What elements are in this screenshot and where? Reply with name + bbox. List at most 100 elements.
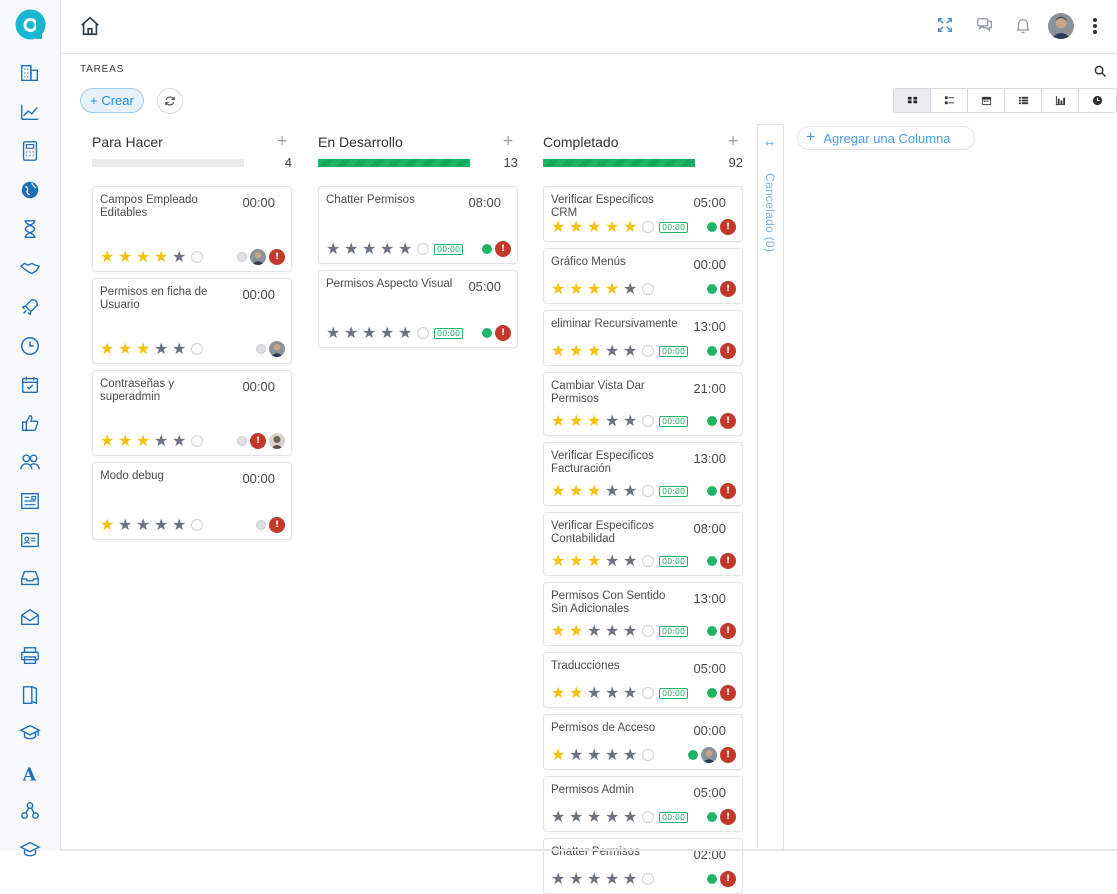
deadline-clock-icon[interactable] [642,687,654,699]
priority-alert-icon[interactable]: ! [720,685,736,701]
view-activity-button[interactable] [1079,89,1116,112]
font-icon[interactable]: A [19,762,41,785]
fullscreen-icon[interactable] [936,16,956,36]
add-column-button[interactable]: + Agregar una Columna [797,126,975,150]
star-icon[interactable]: ★ [136,517,154,533]
task-card[interactable]: Traducciones 05:00 ★ ★ ★ ★ ★ 00:00! [543,652,743,708]
star-icon[interactable]: ★ [569,623,587,639]
refresh-button[interactable] [157,88,183,114]
star-icon[interactable]: ★ [605,483,623,499]
star-icon[interactable]: ★ [172,517,190,533]
star-icon[interactable]: ★ [344,241,362,257]
task-card[interactable]: Permisos Admin 05:00 ★ ★ ★ ★ ★ 00:00! [543,776,743,832]
view-calendar-button[interactable] [968,89,1005,112]
add-card-icon[interactable]: + [727,133,739,149]
app-logo[interactable] [14,8,47,41]
task-card[interactable]: Chatter Permisos 08:00 ★ ★ ★ ★ ★ 00:00! [318,186,518,264]
assignee-avatar[interactable] [269,341,285,357]
star-icon[interactable]: ★ [605,809,623,825]
handshake-icon[interactable] [19,257,41,279]
task-card[interactable]: Gráfico Menús 00:00 ★ ★ ★ ★ ★! [543,248,743,304]
task-card[interactable]: Contraseñas y superadmin 00:00 ★ ★ ★ ★ ★! [92,370,292,456]
kanban-state-dot[interactable] [688,750,698,760]
task-card[interactable]: Verificar Especificos Facturación 13:00 ★ ★… [543,442,743,506]
priority-alert-icon[interactable]: ! [720,413,736,429]
star-icon[interactable]: ★ [551,809,569,825]
task-card[interactable]: Verificar Especificos Contabilidad 08:00 ★… [543,512,743,576]
view-kanban-button[interactable] [894,89,931,112]
star-icon[interactable]: ★ [587,623,605,639]
star-icon[interactable]: ★ [154,249,172,265]
home-icon[interactable] [79,15,101,37]
star-icon[interactable]: ★ [623,685,641,701]
task-card[interactable]: eliminar Recursivamente 13:00 ★ ★ ★ ★ ★ 00:00! [543,310,743,366]
priority-alert-icon[interactable]: ! [495,241,511,257]
kanban-state-dot[interactable] [707,626,717,636]
kanban-state-dot[interactable] [707,222,717,232]
star-icon[interactable]: ★ [154,433,172,449]
folded-column[interactable]: ↔ Cancelado (0) [757,124,784,851]
priority-alert-icon[interactable]: ! [720,623,736,639]
star-icon[interactable]: ★ [623,871,641,887]
star-icon[interactable]: ★ [569,281,587,297]
star-icon[interactable]: ★ [100,433,118,449]
priority-alert-icon[interactable]: ! [495,325,511,341]
network-icon[interactable] [19,800,41,822]
column-title[interactable]: En Desarrollo [318,134,403,150]
column-progress-bar[interactable] [318,159,470,167]
graduation-icon[interactable] [19,722,41,744]
deadline-clock-icon[interactable] [191,251,203,263]
priority-alert-icon[interactable]: ! [720,483,736,499]
star-icon[interactable]: ★ [605,871,623,887]
star-icon[interactable]: ★ [569,809,587,825]
kanban-state-dot[interactable] [237,252,247,262]
kanban-state-dot[interactable] [707,688,717,698]
priority-alert-icon[interactable]: ! [720,747,736,763]
task-card[interactable]: Chatter Permisos 02:00 ★ ★ ★ ★ ★! [543,838,743,894]
building-icon[interactable] [19,62,41,84]
star-icon[interactable]: ★ [587,747,605,763]
column-progress-bar[interactable] [543,159,695,167]
star-icon[interactable]: ★ [587,219,605,235]
deadline-clock-icon[interactable] [417,243,429,255]
star-icon[interactable]: ★ [118,517,136,533]
view-table-button[interactable] [1005,89,1042,112]
kanban-state-dot[interactable] [237,436,247,446]
more-options-icon[interactable] [1092,16,1104,36]
task-card[interactable]: Permisos en ficha de Usuario 00:00 ★ ★ ★ ★ ★ [92,278,292,364]
star-icon[interactable]: ★ [623,483,641,499]
search-icon[interactable] [1094,63,1108,78]
star-icon[interactable]: ★ [100,517,118,533]
task-card[interactable]: Permisos Aspecto Visual 05:00 ★ ★ ★ ★ ★ 00:00! [318,270,518,348]
kanban-state-dot[interactable] [256,520,266,530]
envelope-icon[interactable] [19,606,41,628]
star-icon[interactable]: ★ [623,281,641,297]
deadline-clock-icon[interactable] [642,749,654,761]
star-icon[interactable]: ★ [587,483,605,499]
column-progress-bar[interactable] [92,159,244,167]
star-icon[interactable]: ★ [380,325,398,341]
star-icon[interactable]: ★ [172,341,190,357]
assignee-avatar[interactable] [250,249,266,265]
deadline-clock-icon[interactable] [417,327,429,339]
assignee-avatar[interactable] [269,433,285,449]
star-icon[interactable]: ★ [380,241,398,257]
kanban-state-dot[interactable] [707,874,717,884]
task-card[interactable]: Campos Empleado Editables 00:00 ★ ★ ★ ★ ★! [92,186,292,272]
star-icon[interactable]: ★ [605,623,623,639]
star-icon[interactable]: ★ [605,685,623,701]
printer-icon[interactable] [19,645,41,667]
kanban-state-dot[interactable] [707,284,717,294]
star-icon[interactable]: ★ [587,343,605,359]
star-icon[interactable]: ★ [551,623,569,639]
star-icon[interactable]: ★ [172,249,190,265]
star-icon[interactable]: ★ [551,219,569,235]
star-icon[interactable]: ★ [100,249,118,265]
priority-alert-icon[interactable]: ! [720,809,736,825]
star-icon[interactable]: ★ [551,343,569,359]
deadline-clock-icon[interactable] [642,415,654,427]
priority-alert-icon[interactable]: ! [720,343,736,359]
star-icon[interactable]: ★ [551,413,569,429]
id-list-icon[interactable] [19,490,41,512]
kanban-state-dot[interactable] [256,344,266,354]
